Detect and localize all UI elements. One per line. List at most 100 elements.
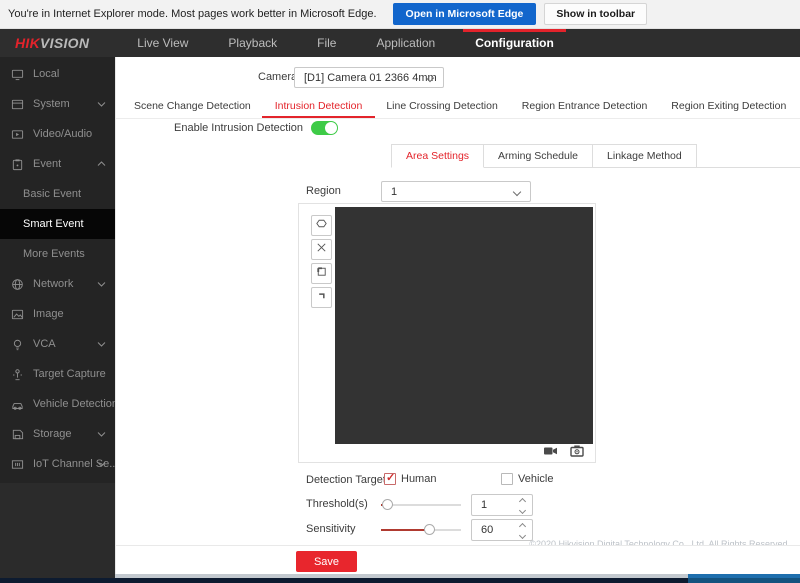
threshold-label: Threshold(s): [306, 498, 368, 510]
threshold-slider-handle[interactable]: [382, 499, 393, 510]
sidebar-item-system[interactable]: System: [0, 89, 115, 119]
sensitivity-label: Sensitivity: [306, 523, 356, 535]
threshold-spinner: [520, 499, 525, 513]
target-capture-icon: [11, 368, 24, 381]
sidebar-item-event[interactable]: Event: [0, 149, 115, 179]
sidebar-item-image[interactable]: Image: [0, 299, 115, 329]
detection-target-human: Human: [384, 473, 436, 485]
region-select[interactable]: 1: [381, 181, 531, 202]
region-label: Region: [306, 185, 341, 197]
region-select-value: 1: [391, 186, 397, 198]
chevron-down-icon: [513, 188, 521, 196]
ie-mode-message: You're in Internet Explorer mode. Most p…: [8, 8, 377, 20]
human-checkbox-label: Human: [401, 473, 436, 485]
threshold-value: 1: [481, 499, 487, 511]
sidebar-item-target-capture[interactable]: Target Capture: [0, 359, 115, 389]
slider-fill: [381, 529, 429, 531]
vehicle-checkbox-label: Vehicle: [518, 473, 553, 485]
chevron-down-icon: [97, 431, 106, 437]
window-bottom-bar: [0, 574, 800, 583]
nav-playback[interactable]: Playback: [208, 29, 297, 57]
sidebar-item-vca[interactable]: VCA: [0, 329, 115, 359]
tab-line-crossing-detection[interactable]: Line Crossing Detection: [386, 96, 497, 118]
sidebar: Local System Video/Audio Event Basic Eve…: [0, 57, 115, 574]
sidebar-item-vehicle-detection[interactable]: Vehicle Detection: [0, 389, 115, 419]
sidebar-item-network[interactable]: Network: [0, 269, 115, 299]
stop-drawing-tool-button[interactable]: [311, 287, 332, 308]
logo-hik: HIK: [15, 35, 40, 51]
sensitivity-spinner: [520, 524, 525, 538]
sensitivity-slider-handle[interactable]: [424, 524, 435, 535]
show-in-toolbar-button[interactable]: Show in toolbar: [544, 3, 647, 25]
vehicle-checkbox[interactable]: [501, 473, 513, 485]
save-button[interactable]: Save: [296, 551, 357, 572]
spin-down-icon[interactable]: [519, 532, 526, 539]
subtab-linkage-method[interactable]: Linkage Method: [593, 144, 697, 168]
panel-divider: [116, 545, 800, 546]
spin-up-icon[interactable]: [519, 523, 526, 530]
sidebar-item-smart-event[interactable]: Smart Event: [0, 209, 115, 239]
nav-file[interactable]: File: [297, 29, 356, 57]
human-checkbox[interactable]: [384, 473, 396, 485]
sidebar-item-local[interactable]: Local: [0, 59, 115, 89]
toggle-knob: [325, 122, 337, 134]
tab-scene-change-detection[interactable]: Scene Change Detection: [134, 96, 251, 118]
clear-x-icon: [315, 241, 328, 259]
main-nav: Live View Playback File Application Conf…: [117, 29, 574, 57]
corner-icon: [315, 289, 328, 307]
sidebar-item-storage[interactable]: Storage: [0, 419, 115, 449]
subtab-filler: [697, 144, 800, 168]
spin-up-icon[interactable]: [519, 498, 526, 505]
enable-row: Enable Intrusion Detection: [174, 121, 338, 135]
video-audio-icon: [11, 128, 24, 141]
local-icon: [11, 68, 24, 81]
system-icon: [11, 98, 24, 111]
config-content: Camera [D1] Camera 01 2366 4mm Scene Cha…: [115, 57, 800, 574]
full-region-icon: [315, 265, 328, 283]
tab-region-entrance-detection[interactable]: Region Entrance Detection: [522, 96, 648, 118]
open-in-edge-button[interactable]: Open in Microsoft Edge: [393, 3, 537, 25]
event-icon: [11, 158, 24, 171]
video-drawing-canvas[interactable]: [335, 207, 593, 444]
sensitivity-spinbox[interactable]: 60: [471, 519, 533, 541]
polygon-icon: [315, 217, 328, 235]
chevron-up-icon: [97, 161, 106, 167]
hikvision-logo: HIKVISION: [15, 35, 89, 51]
sensitivity-slider[interactable]: [381, 524, 461, 535]
video-record-icon[interactable]: [543, 445, 558, 457]
clear-region-tool-button[interactable]: [311, 239, 332, 260]
snapshot-camera-icon[interactable]: [570, 445, 584, 457]
area-subtabs: Area Settings Arming Schedule Linkage Me…: [391, 144, 800, 168]
app-header: HIKVISION Live View Playback File Applic…: [0, 29, 800, 57]
draw-polygon-tool-button[interactable]: [311, 215, 332, 236]
sidebar-item-video-audio[interactable]: Video/Audio: [0, 119, 115, 149]
full-region-tool-button[interactable]: [311, 263, 332, 284]
camera-select[interactable]: [D1] Camera 01 2366 4mm: [294, 67, 444, 88]
spin-down-icon[interactable]: [519, 507, 526, 514]
network-icon: [11, 278, 24, 291]
tab-intrusion-detection[interactable]: Intrusion Detection: [275, 96, 363, 118]
detection-target-label: Detection Target: [306, 474, 386, 486]
threshold-spinbox[interactable]: 1: [471, 494, 533, 516]
region-drawing-panel: [298, 203, 596, 463]
threshold-slider[interactable]: [381, 499, 461, 510]
subtab-arming-schedule[interactable]: Arming Schedule: [484, 144, 593, 168]
chevron-down-icon: [97, 461, 106, 467]
sidebar-item-basic-event[interactable]: Basic Event: [0, 179, 115, 209]
iot-channel-icon: [11, 458, 24, 471]
sidebar-item-more-events[interactable]: More Events: [0, 239, 115, 269]
chevron-down-icon: [97, 101, 106, 107]
enable-intrusion-toggle[interactable]: [311, 121, 338, 135]
storage-icon: [11, 428, 24, 441]
subtab-area-settings[interactable]: Area Settings: [391, 144, 484, 168]
logo-vision: VISION: [40, 35, 89, 51]
enable-intrusion-label: Enable Intrusion Detection: [174, 122, 303, 134]
ie-mode-banner: You're in Internet Explorer mode. Most p…: [0, 0, 800, 29]
detection-target-vehicle: Vehicle: [501, 473, 553, 485]
nav-application[interactable]: Application: [356, 29, 455, 57]
nav-configuration[interactable]: Configuration: [455, 29, 574, 57]
sidebar-item-iot-channel[interactable]: IoT Channel Se...: [0, 449, 115, 479]
snapshot-toolbar: [335, 443, 592, 459]
nav-live-view[interactable]: Live View: [117, 29, 208, 57]
tab-region-exiting-detection[interactable]: Region Exiting Detection: [671, 96, 786, 118]
